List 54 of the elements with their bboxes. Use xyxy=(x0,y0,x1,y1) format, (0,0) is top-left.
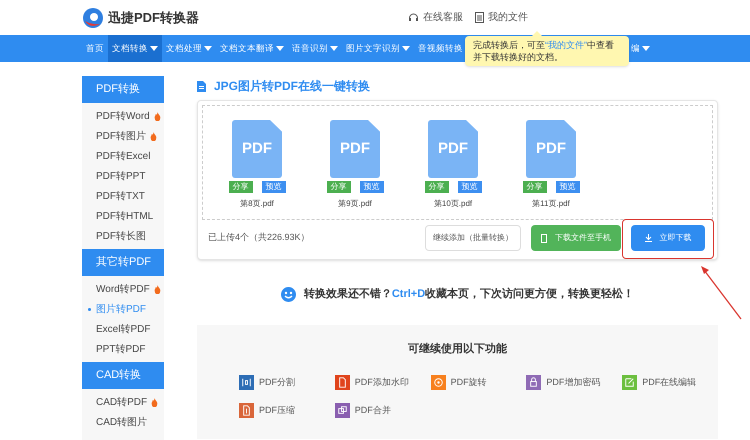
caret-icon xyxy=(330,46,338,51)
features-title: 可继续使用以下功能 xyxy=(407,342,508,356)
header-link[interactable]: 我的文件 xyxy=(475,10,528,25)
feature-link[interactable]: PDF压缩 xyxy=(239,403,335,418)
feature-link[interactable]: PDF合并 xyxy=(334,403,431,418)
logo-icon xyxy=(82,6,104,28)
brand-name: 迅捷PDF转换器 xyxy=(108,8,199,27)
sidebar-header: PDF转换 xyxy=(82,76,164,103)
pointer-arrow-shape xyxy=(701,266,742,320)
file-name: 第10页.pdf xyxy=(434,198,472,210)
download-icon xyxy=(644,234,652,242)
smiley-icon xyxy=(280,286,296,302)
document-icon xyxy=(475,12,484,23)
file-name: 第9页.pdf xyxy=(338,198,372,210)
caret-icon xyxy=(402,46,410,51)
feature-link[interactable]: PDF旋转 xyxy=(430,375,526,390)
sidebar-item[interactable]: PDF转TXT xyxy=(82,186,164,206)
feature-link[interactable]: PDF添加水印 xyxy=(334,375,431,390)
page-title: JPG图片转PDF在线一键转换 xyxy=(214,78,370,95)
sidebar-item[interactable]: Excel转PDF xyxy=(82,319,164,339)
sidebar-item[interactable]: PDF转长图 xyxy=(82,226,164,246)
continue-add-button[interactable]: 继续添加（批量转换） xyxy=(425,225,521,251)
headset-icon xyxy=(408,12,419,22)
feature-link[interactable]: PDF分割 xyxy=(239,375,335,390)
caret-icon xyxy=(204,46,212,51)
upload-summary: 已上传4个（共226.93K） xyxy=(208,231,310,244)
sidebar-item[interactable]: PPT转PDF xyxy=(82,339,164,359)
sidebar-header: CAD转换 xyxy=(82,362,164,389)
sidebar-item[interactable]: Word转PDF xyxy=(82,279,164,299)
caret-icon xyxy=(150,46,158,51)
pdf-file-icon: PDF xyxy=(232,120,282,178)
header-link[interactable]: 在线客服 xyxy=(408,10,463,25)
caret-icon xyxy=(642,46,650,51)
sidebar-item[interactable]: PDF转Excel xyxy=(82,146,164,166)
pdf-file-icon: PDF xyxy=(428,120,478,178)
phone-icon xyxy=(541,234,547,242)
sidebar-item[interactable]: PDF转HTML xyxy=(82,206,164,226)
sidebar-header: 其它转PDF xyxy=(82,249,164,276)
document-icon xyxy=(197,80,206,92)
pdf-file-icon: PDF xyxy=(330,120,380,178)
sidebar-item[interactable]: PDF转图片 xyxy=(82,126,164,146)
sidebar-item[interactable]: PDF转PPT xyxy=(82,166,164,186)
file-name: 第11页.pdf xyxy=(532,198,570,210)
sidebar-item[interactable]: CAD转PDF xyxy=(82,392,164,412)
file-name: 第8页.pdf xyxy=(240,198,274,210)
feature-link[interactable]: PDF增加密码 xyxy=(526,375,622,390)
feature-link[interactable]: PDF在线编辑 xyxy=(622,375,718,390)
tip-text: 转换效果还不错？Ctrl+D收藏本页，下次访问更方便，转换更轻松！ xyxy=(304,286,634,302)
tooltip: 完成转换后，可至“我的文件”中查看并下载转换好的文档。 xyxy=(465,36,629,66)
caret-icon xyxy=(276,46,284,51)
sidebar-item[interactable]: CAD转图片 xyxy=(82,412,164,432)
pdf-file-icon: PDF xyxy=(526,120,576,178)
nav-tab[interactable]: 文档转换 xyxy=(108,35,162,62)
sidebar-item[interactable]: PDF转Word xyxy=(82,106,164,126)
